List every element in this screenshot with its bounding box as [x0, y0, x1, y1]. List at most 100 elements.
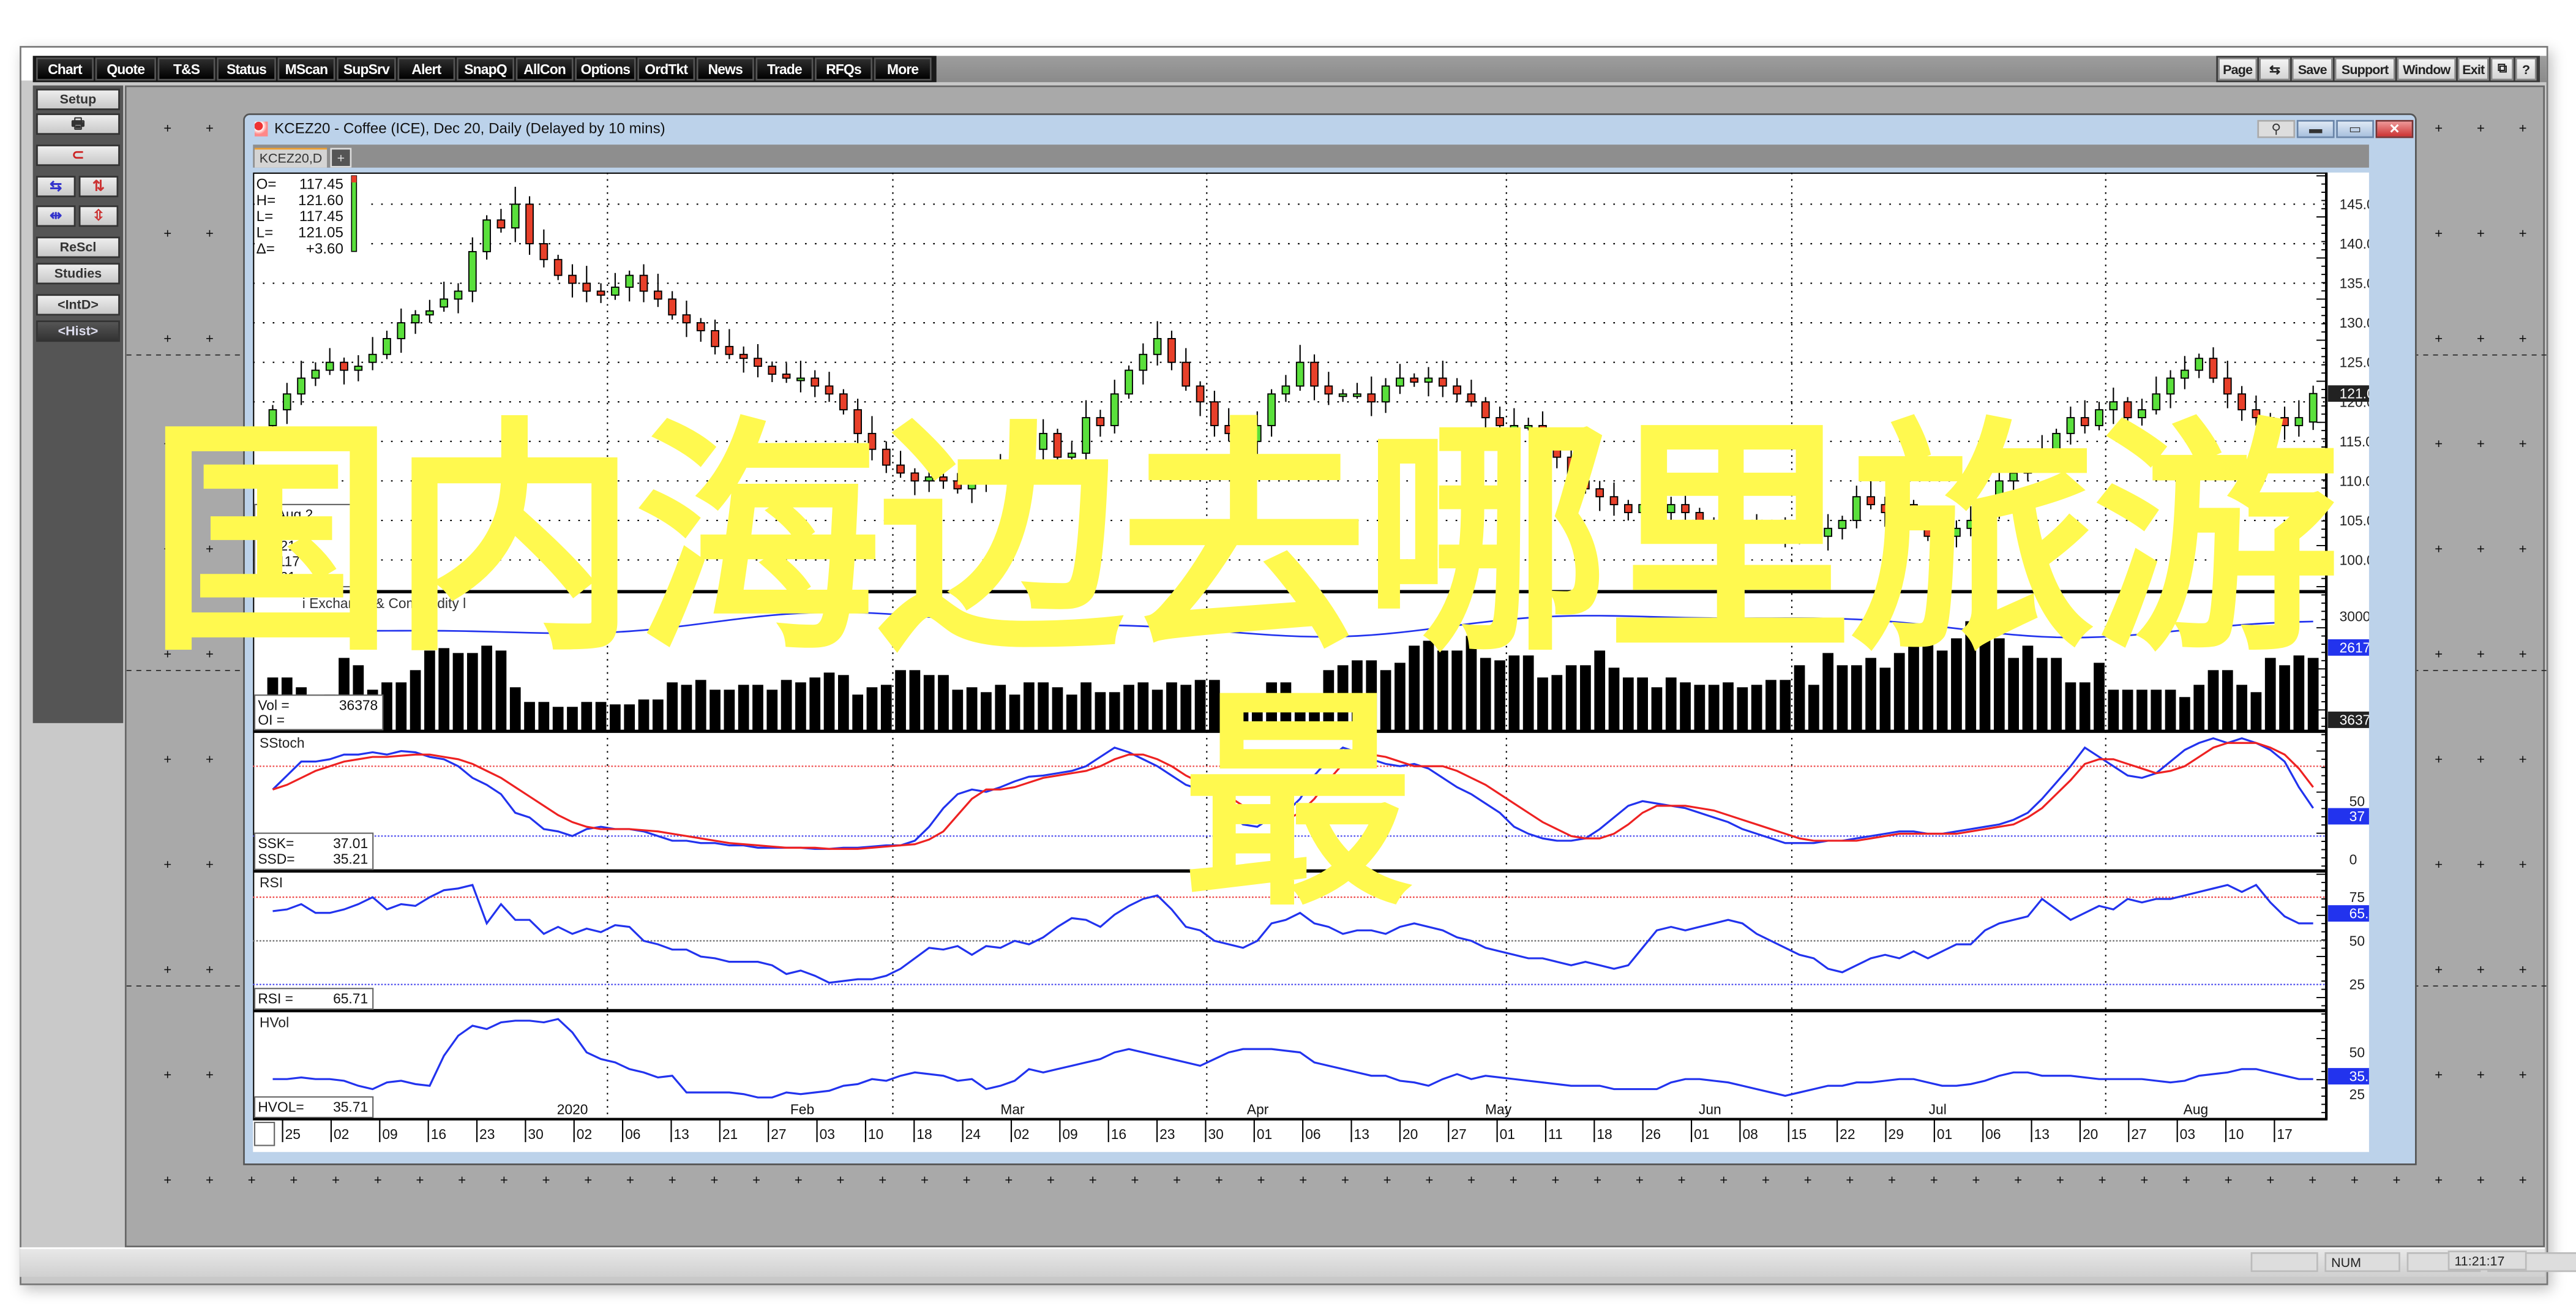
source-note: i Exchange & Commodity l	[302, 595, 466, 611]
toolbar-button-support[interactable]: Support	[2334, 57, 2395, 81]
toolbar-button-save[interactable]: Save	[2291, 57, 2333, 81]
chart-restore-button[interactable]: ▭	[2336, 119, 2374, 138]
hvol-axis-label: 50	[2349, 1045, 2365, 1061]
toolbar-button-snapq[interactable]: SnapQ	[457, 57, 514, 81]
volume-bar	[1266, 682, 1277, 732]
x-axis-day-label: 03	[2180, 1126, 2195, 1142]
toolbar-button-rfqs[interactable]: RFQs	[815, 57, 873, 81]
toolbar-button-mscan[interactable]: MScan	[277, 57, 335, 81]
volume-bar	[1851, 665, 1862, 732]
chart-svg[interactable]: 145.00140.00135.00130.00125.00120.00115.…	[252, 171, 2399, 1152]
toolbar-button-allcon[interactable]: AllCon	[515, 57, 574, 81]
price-axis-label: 135.00	[2340, 276, 2369, 291]
price-axis-label: 125.00	[2340, 355, 2369, 370]
volume-bar	[1965, 621, 1977, 732]
volume-bar	[410, 670, 421, 732]
toolbar-button-help[interactable]: ?	[2515, 57, 2537, 81]
candle-down	[553, 258, 563, 276]
ohlc-label: H=	[256, 192, 276, 209]
volume-bar	[710, 690, 721, 732]
toolbar-button-status[interactable]: Status	[217, 57, 276, 81]
chart-close-button[interactable]: ✕	[2375, 119, 2414, 138]
volume-bar	[1080, 682, 1091, 732]
toolbar-button-window[interactable]: Window	[2397, 57, 2457, 81]
toolbar-button-ts[interactable]: T&S	[157, 57, 215, 81]
print-button[interactable]: 🖶	[36, 113, 120, 135]
volume-bar	[1908, 641, 1919, 732]
candle-up	[1995, 480, 2004, 506]
tab-kcez20[interactable]: KCEZ20,D	[254, 148, 328, 168]
studies-button[interactable]: Studies	[36, 263, 120, 285]
desktop-grid-cross	[164, 440, 171, 447]
volume-bar	[781, 680, 792, 732]
desktop-grid-cross	[2477, 545, 2484, 552]
volume-bar	[552, 707, 564, 732]
volume-bar	[1537, 677, 1548, 732]
volume-bar	[2222, 670, 2233, 732]
vertical-arrows-icon: ⇅	[92, 177, 105, 194]
plot-area[interactable]: 145.00140.00135.00130.00125.00120.00115.…	[252, 171, 2399, 1152]
price-axis-label: 130.00	[2340, 315, 2369, 331]
volume-bar	[1708, 685, 1720, 732]
candle-down	[1595, 488, 1604, 498]
toolbar-button-quote[interactable]: Quote	[95, 57, 156, 81]
desktop-grid-cross	[332, 1176, 339, 1184]
x-axis-day-label: 27	[2131, 1126, 2146, 1142]
toolbar-button-supsrv[interactable]: SupSrv	[337, 57, 396, 81]
toolbar-button-exit[interactable]: Exit	[2457, 57, 2489, 81]
volume-bar	[795, 682, 806, 732]
toolbar-button-page[interactable]: Page	[2217, 57, 2258, 81]
compress-vertical-button[interactable]: ⇅	[78, 176, 119, 198]
candle-up	[1067, 453, 1076, 458]
candle-up	[611, 287, 620, 296]
x-axis-day-label: 02	[577, 1126, 592, 1142]
desktop-grid-cross	[206, 966, 213, 973]
volume-bar	[2207, 670, 2219, 732]
desktop-grid-cross	[1510, 1176, 1517, 1184]
volume-bar	[2022, 645, 2034, 732]
desktop-grid-cross	[1300, 1176, 1307, 1184]
chart-minimize-button[interactable]: ▬	[2296, 119, 2335, 138]
toolbar-button-news[interactable]: News	[696, 57, 754, 81]
expand-horizontal-button[interactable]: ⇹	[36, 205, 76, 227]
ohlc-range-bar	[351, 175, 358, 252]
historical-button[interactable]: <Hist>	[36, 320, 120, 342]
price-axis-label: 115.00	[2340, 434, 2369, 449]
volume-bar	[2065, 682, 2076, 732]
candle-up	[2066, 417, 2075, 434]
toolbar-button-more[interactable]: More	[874, 57, 932, 81]
toolbar-button-ordtkt[interactable]: OrdTkt	[637, 57, 695, 81]
toolbar-button-trade[interactable]: Trade	[755, 57, 814, 81]
toolbar-button-chart[interactable]: Chart	[36, 57, 94, 81]
desktop-grid-cross	[164, 545, 171, 552]
candle-down	[1909, 504, 1918, 521]
scroll-anchor-box[interactable]	[253, 1121, 275, 1146]
setup-button[interactable]: Setup	[36, 88, 120, 110]
volume-bar	[1622, 677, 1634, 732]
candle-up	[311, 369, 320, 379]
volume-bar	[752, 685, 763, 732]
compress-horizontal-button[interactable]: ⇆	[36, 176, 76, 198]
toolbar-button-link-pages[interactable]: ⇆	[2259, 57, 2291, 81]
price-axis-label: 100.00	[2340, 552, 2369, 568]
expand-vertical-button[interactable]: ⇳	[78, 205, 119, 227]
x-axis-month-label: Mar	[1000, 1102, 1025, 1118]
desktop-grid-cross	[1342, 1176, 1349, 1184]
sstoch-axis-label: 50	[2349, 793, 2365, 809]
desktop-grid-cross	[627, 1176, 634, 1184]
toolbar-button-options[interactable]: Options	[575, 57, 636, 81]
volume-bar	[2008, 658, 2020, 732]
desktop-grid-cross	[2309, 1176, 2316, 1184]
horizontal-arrows-icon: ⇆	[50, 177, 62, 194]
volume-bar	[509, 687, 521, 732]
volume-bar	[1994, 638, 2005, 732]
intraday-button[interactable]: <IntD>	[36, 294, 120, 316]
x-axis-day-label: 20	[1402, 1126, 1418, 1142]
magnet-button[interactable]: ⊂	[36, 145, 120, 167]
toolbar-button-restore[interactable]: ⧉	[2490, 57, 2514, 81]
volume-bar	[738, 685, 749, 732]
toolbar-button-alert[interactable]: Alert	[397, 57, 455, 81]
link-button[interactable]: ⚲	[2257, 119, 2296, 138]
add-tab-button[interactable]: +	[330, 148, 352, 168]
rescale-button[interactable]: ReScl	[36, 236, 120, 258]
